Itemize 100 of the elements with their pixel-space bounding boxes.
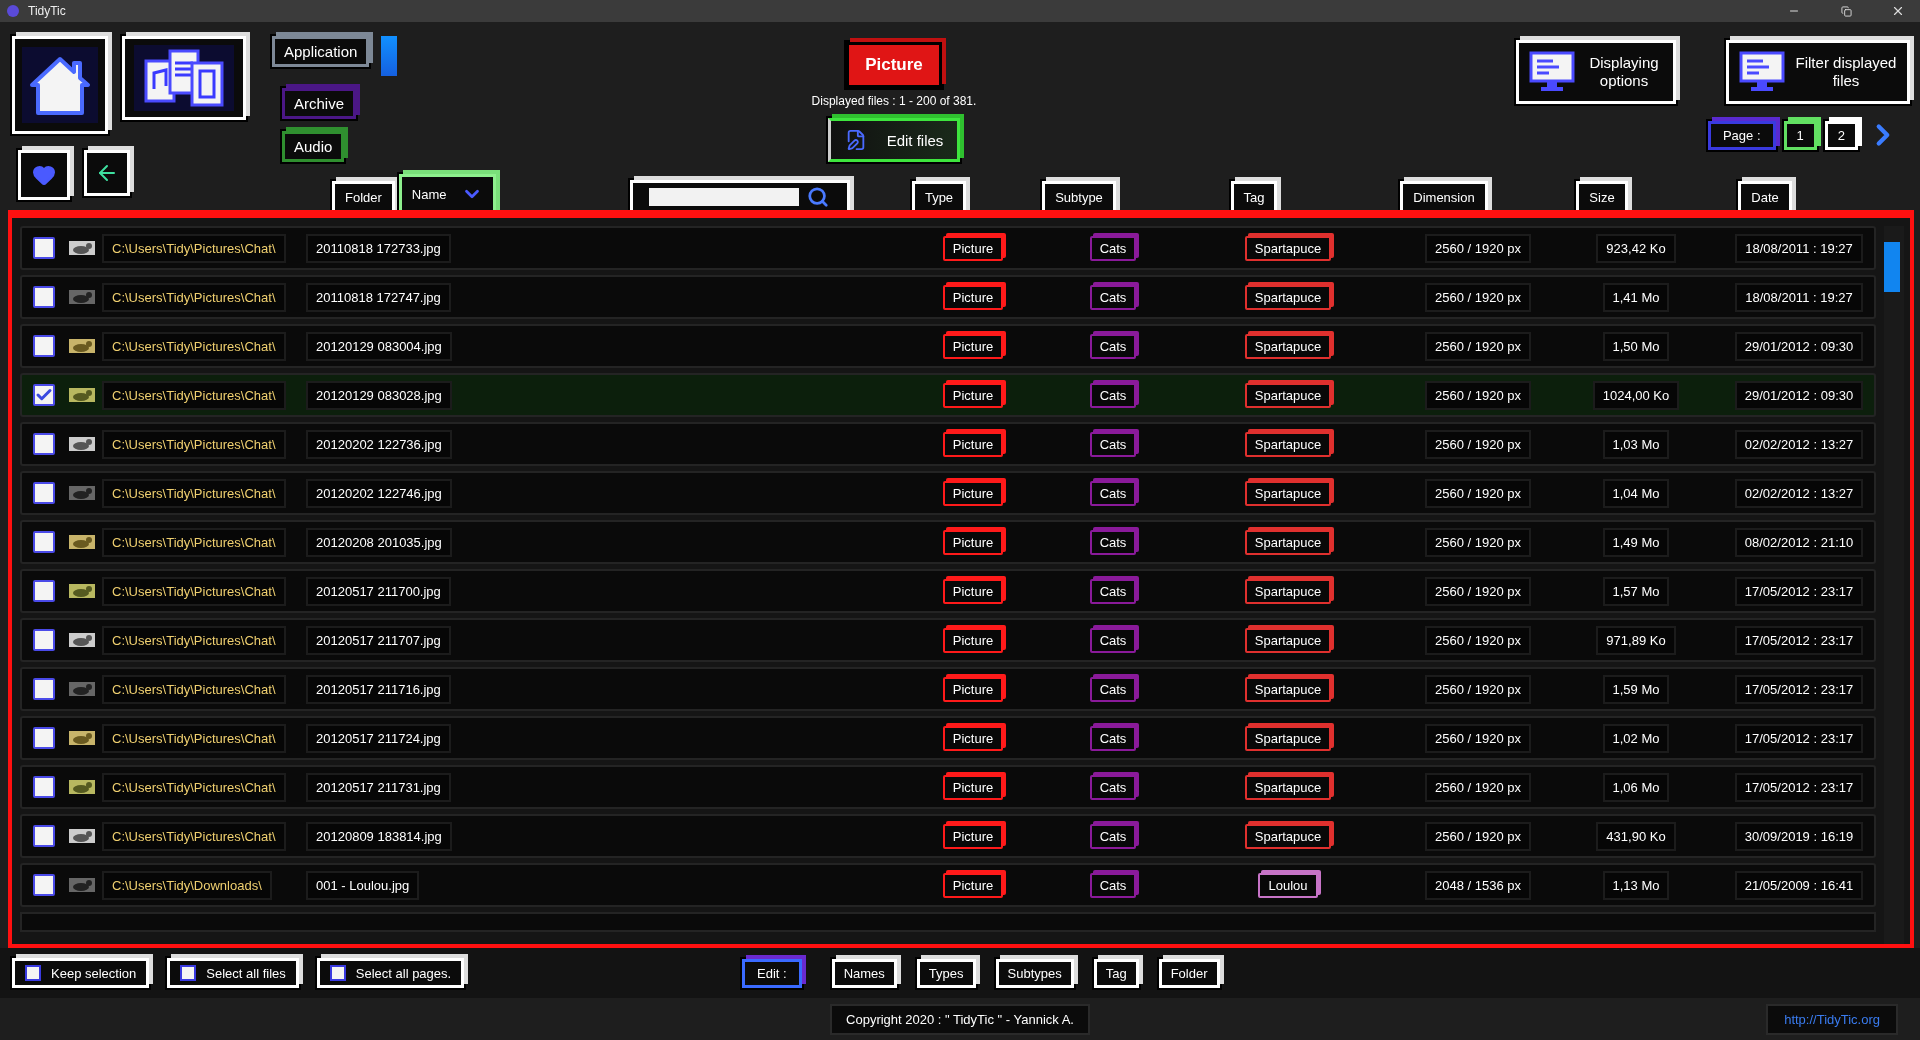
type-tag: Picture	[942, 382, 1004, 408]
restore-icon	[1840, 5, 1852, 17]
checkbox[interactable]	[33, 335, 55, 357]
tag-label: Spartapuce	[1244, 284, 1332, 310]
subtype-tag: Cats	[1089, 627, 1137, 653]
folder-cell: C:\Users\Tidy\Pictures\Chat\	[102, 821, 286, 851]
dimension-cell: 2560 / 1920 px	[1425, 331, 1531, 361]
type-tag: Picture	[942, 235, 1004, 261]
subtype-tag: Cats	[1089, 235, 1137, 261]
file-row[interactable]: C:\Users\Tidy\Pictures\Chat\ 20110818 172747.jpg Picture Cats Spartapuce 2560 / 1920 px 1,41 Mo 18/08/2011 : 19:27	[20, 275, 1876, 319]
file-row[interactable]: C:\Users\Tidy\Pictures\Chat\ 20120517 211724.jpg Picture Cats Spartapuce 2560 / 1920 px 1,02 Mo 17/05/2012 : 23:17	[20, 716, 1876, 760]
folder-cell: C:\Users\Tidy\Pictures\Chat\	[102, 380, 286, 410]
subtype-tag: Cats	[1089, 382, 1137, 408]
name-cell: 20120202 122746.jpg	[306, 478, 452, 508]
checkbox[interactable]	[33, 384, 55, 406]
date-cell: 02/02/2012 : 13:27	[1734, 429, 1864, 459]
close-icon	[1891, 4, 1905, 18]
file-row[interactable]: C:\Users\Tidy\Pictures\Chat\ 20120202 122746.jpg Picture Cats Spartapuce 2560 / 1920 px 1,04 Mo 02/02/2012 : 13:27	[20, 471, 1876, 515]
type-tag: Picture	[942, 676, 1004, 702]
dimension-cell: 2560 / 1920 px	[1425, 478, 1531, 508]
date-cell: 30/09/2019 : 16:19	[1734, 821, 1864, 851]
file-row[interactable]: C:\Users\Tidy\Pictures\Chat\ 20120202 122736.jpg Picture Cats Spartapuce 2560 / 1920 px 1,03 Mo 02/02/2012 : 13:27	[20, 422, 1876, 466]
file-row[interactable]: C:\Users\Tidy\Pictures\Chat\ 20120517 211716.jpg Picture Cats Spartapuce 2560 / 1920 px 1,59 Mo 17/05/2012 : 23:17	[20, 667, 1876, 711]
folder-cell: C:\Users\Tidy\Pictures\Chat\	[102, 576, 286, 606]
file-row[interactable]: C:\Users\Tidy\Pictures\Chat\ 20120809 183814.jpg Picture Cats Spartapuce 2560 / 1920 px 431,90 Ko 30/09/2019 : 16:19	[20, 814, 1876, 858]
window-title: TidyTic	[28, 4, 67, 18]
media-files-icon	[134, 45, 234, 111]
dimension-cell: 2560 / 1920 px	[1425, 772, 1531, 802]
checkbox[interactable]	[33, 874, 55, 896]
subtype-tag: Cats	[1089, 725, 1137, 751]
file-row[interactable]: C:\Users\Tidy\Pictures\Chat\ 20120517 211700.jpg Picture Cats Spartapuce 2560 / 1920 px 1,57 Mo 17/05/2012 : 23:17	[20, 569, 1876, 613]
folder-cell: C:\Users\Tidy\Pictures\Chat\	[102, 331, 286, 361]
tag-label: Loulou	[1258, 872, 1318, 898]
checkbox[interactable]	[33, 776, 55, 798]
file-row[interactable]: C:\Users\Tidy\Downloads\ 001 - Loulou.jpg Picture Cats Loulou 2048 / 1536 px 1,13 Mo 21/05/2009 : 16:41	[20, 863, 1876, 907]
checkbox[interactable]	[33, 678, 55, 700]
size-cell: 1,57 Mo	[1602, 576, 1670, 606]
file-row[interactable]: C:\Users\Tidy\Pictures\Chat\ 20120129 083004.jpg Picture Cats Spartapuce 2560 / 1920 px 1,50 Mo 29/01/2012 : 09:30	[20, 324, 1876, 368]
folder-cell: C:\Users\Tidy\Pictures\Chat\	[102, 527, 286, 557]
size-cell: 1,06 Mo	[1602, 772, 1670, 802]
date-cell: 18/08/2011 : 19:27	[1735, 282, 1863, 312]
subtype-tag: Cats	[1089, 284, 1137, 310]
checkbox[interactable]	[33, 580, 55, 602]
subtype-tag: Cats	[1089, 333, 1137, 359]
folder-cell: C:\Users\Tidy\Pictures\Chat\	[102, 233, 286, 263]
checkbox[interactable]	[33, 237, 55, 259]
dimension-cell: 2560 / 1920 px	[1425, 723, 1531, 753]
checkbox[interactable]	[33, 286, 55, 308]
date-cell: 02/02/2012 : 13:27	[1734, 478, 1864, 508]
type-tag: Picture	[942, 529, 1004, 555]
file-row[interactable]: C:\Users\Tidy\Pictures\Chat\ 20120517 211707.jpg Picture Cats Spartapuce 2560 / 1920 px 971,89 Ko 17/05/2012 : 23:17	[20, 618, 1876, 662]
name-cell: 20120517 211731.jpg	[306, 772, 451, 802]
monitor-settings-icon	[1529, 51, 1575, 93]
size-cell: 1,41 Mo	[1602, 282, 1670, 312]
dimension-cell: 2560 / 1920 px	[1425, 821, 1531, 851]
date-cell: 29/01/2012 : 09:30	[1734, 380, 1864, 410]
tag-label: Spartapuce	[1244, 382, 1332, 408]
checkbox[interactable]	[33, 727, 55, 749]
size-cell: 1,50 Mo	[1602, 331, 1670, 361]
checkbox[interactable]	[33, 629, 55, 651]
selection-marker	[381, 36, 398, 76]
checkbox[interactable]	[33, 482, 55, 504]
checkbox[interactable]	[33, 825, 55, 847]
date-cell: 21/05/2009 : 16:41	[1734, 870, 1864, 900]
subtype-tag: Cats	[1089, 823, 1137, 849]
subtype-tag: Cats	[1089, 480, 1137, 506]
size-cell: 1024,00 Ko	[1592, 380, 1680, 410]
dimension-cell: 2560 / 1920 px	[1425, 282, 1531, 312]
scrollbar-thumb[interactable]	[1884, 242, 1900, 292]
file-row[interactable]: C:\Users\Tidy\Pictures\Chat\ 20120517 211731.jpg Picture Cats Spartapuce 2560 / 1920 px 1,06 Mo 17/05/2012 : 23:17	[20, 765, 1876, 809]
app-logo-icon	[6, 4, 20, 18]
home-icon	[22, 47, 98, 123]
size-cell: 1,04 Mo	[1602, 478, 1670, 508]
name-cell: 20120517 211700.jpg	[306, 576, 451, 606]
size-cell: 971,89 Ko	[1596, 625, 1676, 655]
type-tag: Picture	[942, 333, 1004, 359]
tag-label: Spartapuce	[1244, 529, 1332, 555]
checkbox[interactable]	[33, 531, 55, 553]
dimension-cell: 2560 / 1920 px	[1425, 233, 1531, 263]
name-cell: 20120517 211724.jpg	[306, 723, 451, 753]
tag-label: Spartapuce	[1244, 480, 1332, 506]
name-cell: 20120129 083028.jpg	[306, 380, 452, 410]
dimension-cell: 2560 / 1920 px	[1425, 380, 1531, 410]
type-tag: Picture	[942, 872, 1004, 898]
file-row[interactable]: C:\Users\Tidy\Pictures\Chat\ 20120208 201035.jpg Picture Cats Spartapuce 2560 / 1920 px 1,49 Mo 08/02/2012 : 21:10	[20, 520, 1876, 564]
date-cell: 17/05/2012 : 23:17	[1734, 772, 1864, 802]
folder-cell: C:\Users\Tidy\Pictures\Chat\	[102, 282, 286, 312]
name-cell: 20120517 211716.jpg	[306, 674, 451, 704]
website-link[interactable]: http://TidyTic.org	[1766, 1003, 1898, 1035]
checkbox-icon	[180, 965, 197, 981]
dimension-cell: 2048 / 1536 px	[1425, 870, 1531, 900]
search-icon	[806, 186, 829, 208]
folder-cell: C:\Users\Tidy\Pictures\Chat\	[102, 674, 286, 704]
file-row[interactable]: C:\Users\Tidy\Pictures\Chat\ 20110818 172733.jpg Picture Cats Spartapuce 2560 / 1920 px 923,42 Ko 18/08/2011 : 19:27	[20, 226, 1876, 270]
type-tag: Picture	[942, 284, 1004, 310]
checkbox-icon	[25, 965, 41, 981]
name-cell: 20120809 183814.jpg	[306, 821, 452, 851]
subtype-tag: Cats	[1089, 431, 1137, 457]
checkbox[interactable]	[33, 433, 55, 455]
file-row[interactable]: C:\Users\Tidy\Pictures\Chat\ 20120129 083028.jpg Picture Cats Spartapuce 2560 / 1920 px 1024,00 Ko 29/01/2012 : 09:30	[20, 373, 1876, 417]
